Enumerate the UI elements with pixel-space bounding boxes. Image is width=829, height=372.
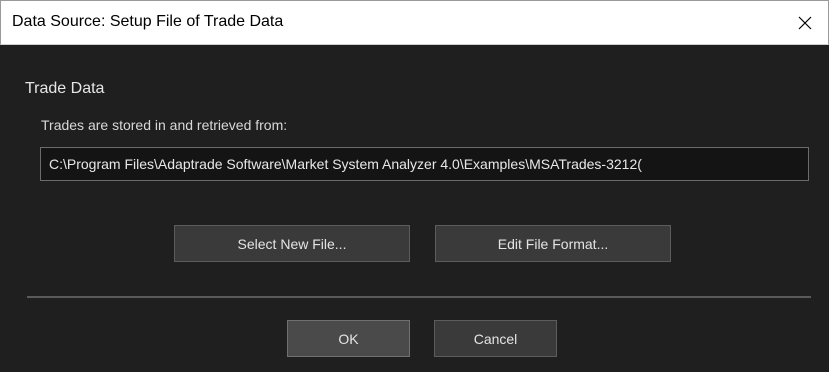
dialog-body bbox=[1, 45, 828, 372]
dialog-title: Data Source: Setup File of Trade Data bbox=[12, 13, 284, 30]
close-icon bbox=[798, 16, 812, 30]
edit-file-format-button[interactable]: Edit File Format... bbox=[435, 225, 671, 262]
group-title: Trade Data bbox=[25, 80, 105, 97]
select-new-file-button[interactable]: Select New File... bbox=[174, 225, 410, 262]
cancel-button[interactable]: Cancel bbox=[434, 320, 557, 357]
file-path-field[interactable]: C:\Program Files\Adaptrade Software\Mark… bbox=[40, 147, 809, 181]
file-location-label: Trades are stored in and retrieved from: bbox=[41, 117, 288, 133]
ok-button[interactable]: OK bbox=[287, 320, 410, 357]
separator bbox=[27, 296, 811, 298]
dialog-titlebar: Data Source: Setup File of Trade Data bbox=[0, 0, 829, 45]
close-button[interactable] bbox=[782, 1, 828, 45]
